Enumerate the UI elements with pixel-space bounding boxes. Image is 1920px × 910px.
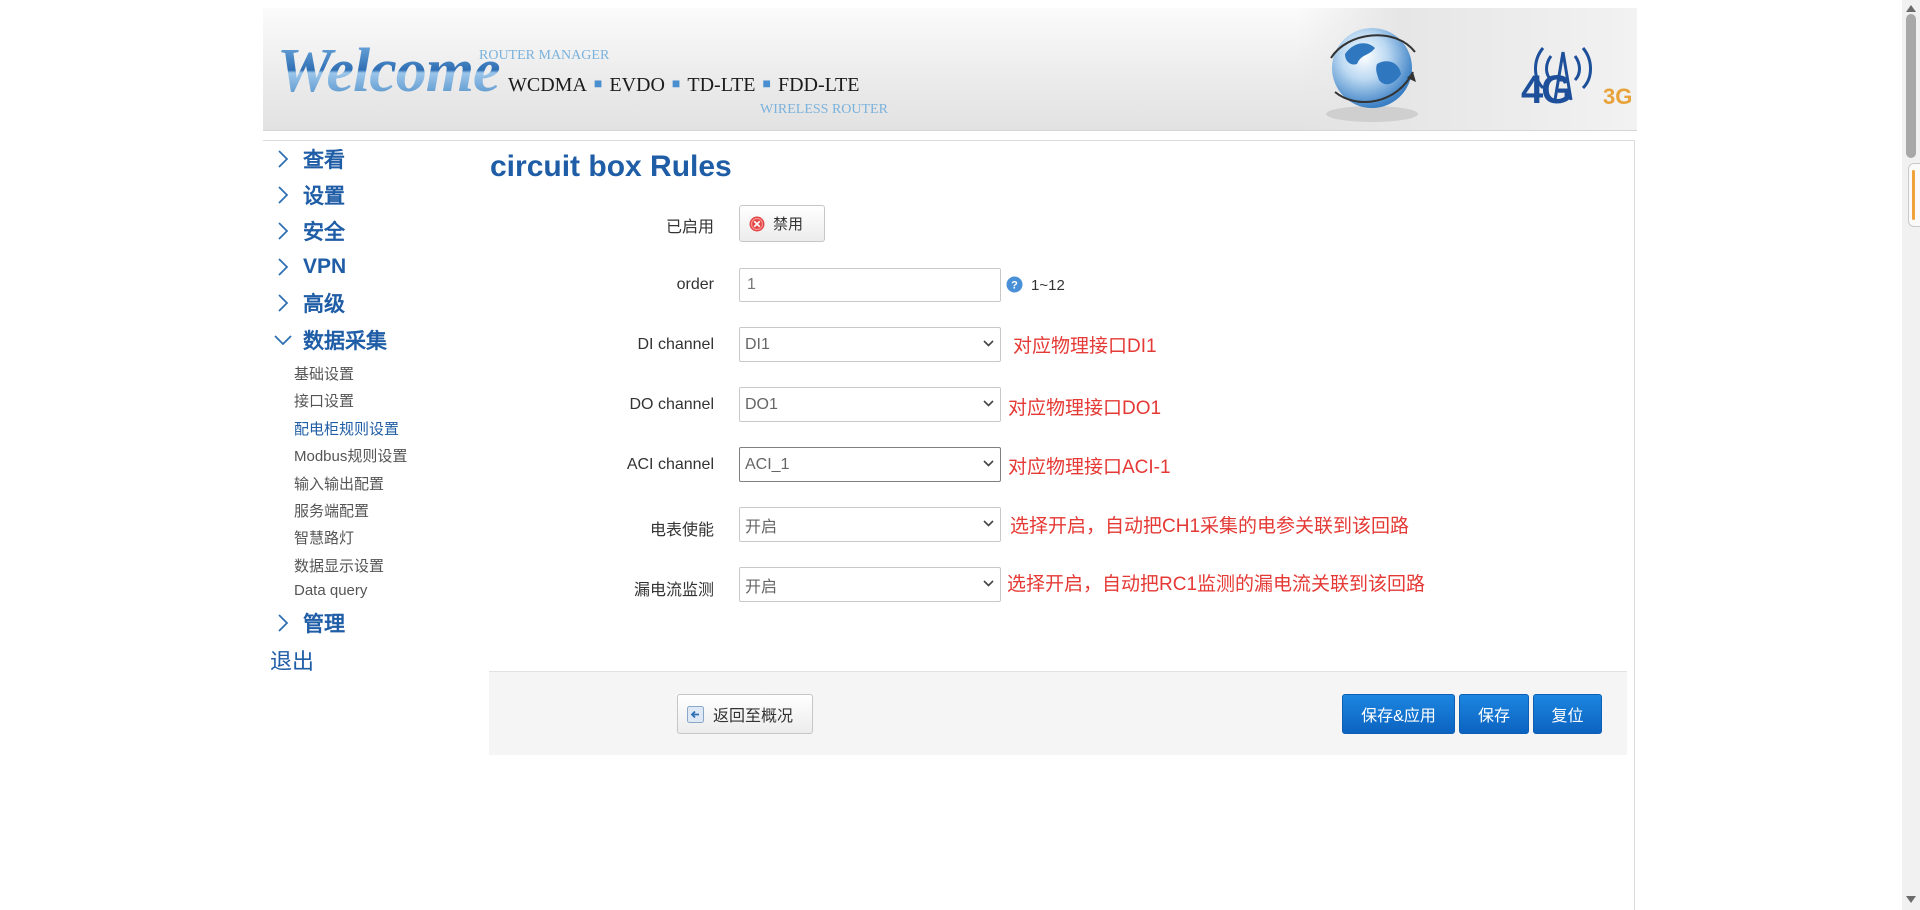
back-to-overview-button[interactable]: 返回至概况 bbox=[677, 694, 813, 734]
content-frame-right bbox=[1634, 140, 1635, 910]
sidebar-item-advanced[interactable]: 高级 bbox=[263, 288, 345, 318]
content-frame-top bbox=[263, 140, 1635, 141]
di-channel-value: DI1 bbox=[745, 335, 770, 353]
do-channel-select[interactable]: DO1 bbox=[739, 387, 1001, 422]
sidebar-item-label: 设置 bbox=[303, 185, 345, 208]
chevron-down-icon bbox=[983, 520, 994, 527]
reset-button[interactable]: 复位 bbox=[1533, 694, 1602, 734]
order-range-hint: 1~12 bbox=[1031, 277, 1065, 294]
back-to-overview-label: 返回至概况 bbox=[713, 708, 794, 725]
network-list: WCDMA ■ EVDO ■ TD-LTE ■ FDD-LTE bbox=[508, 74, 860, 96]
leakage-monitor-note: 选择开启，自动把RC1监测的漏电流关联到该回路 bbox=[1007, 574, 1426, 595]
page-title: circuit box Rules bbox=[490, 150, 732, 183]
enabled-label: 已启用 bbox=[665, 219, 714, 236]
sidebar-item-label: 安全 bbox=[303, 221, 345, 244]
scroll-down-icon[interactable] bbox=[1906, 896, 1916, 903]
sidebar-item-data-collection[interactable]: 数据采集 bbox=[263, 325, 387, 355]
sidebar-item-label: VPN bbox=[303, 255, 347, 278]
submenu-server-config[interactable]: 服务端配置 bbox=[294, 500, 369, 521]
network-td-lte: TD-LTE bbox=[687, 74, 756, 96]
meter-enable-note: 选择开启，自动把CH1采集的电参关联到该回路 bbox=[1010, 516, 1410, 537]
scrollbar-thumb[interactable] bbox=[1906, 14, 1916, 158]
scroll-up-icon[interactable] bbox=[1906, 5, 1916, 12]
sidebar-item-view[interactable]: 查看 bbox=[263, 144, 345, 174]
sidebar-item-management[interactable]: 管理 bbox=[263, 608, 345, 638]
aci-channel-select[interactable]: ACI_1 bbox=[739, 447, 1001, 482]
save-apply-button[interactable]: 保存&应用 bbox=[1342, 694, 1455, 734]
submenu-modbus-rules[interactable]: Modbus规则设置 bbox=[294, 445, 407, 466]
chevron-down-icon bbox=[983, 400, 994, 407]
save-button[interactable]: 保存 bbox=[1459, 694, 1529, 734]
order-label: order bbox=[676, 276, 714, 293]
close-circle-icon bbox=[749, 216, 765, 231]
back-arrow-icon bbox=[687, 705, 704, 723]
question-icon: ? bbox=[1006, 276, 1023, 293]
network-evdo: EVDO bbox=[609, 74, 665, 96]
welcome-logo: Welcome bbox=[277, 37, 501, 105]
sidebar-item-security[interactable]: 安全 bbox=[263, 216, 345, 246]
chevron-down-icon bbox=[263, 325, 303, 355]
submenu-io-config[interactable]: 输入输出配置 bbox=[294, 473, 384, 494]
side-panel-indicator bbox=[1912, 170, 1915, 220]
aci-channel-value: ACI_1 bbox=[745, 455, 790, 473]
leakage-monitor-label: 漏电流监测 bbox=[633, 582, 714, 599]
submenu-interface-settings[interactable]: 接口设置 bbox=[294, 390, 354, 411]
submenu-data-display[interactable]: 数据显示设置 bbox=[294, 555, 384, 576]
do-channel-label: DO channel bbox=[629, 396, 715, 413]
logout-link[interactable]: 退出 bbox=[270, 644, 314, 676]
chevron-right-icon bbox=[263, 288, 303, 318]
aci-channel-label: ACI channel bbox=[626, 456, 714, 473]
chevron-right-icon bbox=[263, 180, 303, 210]
badge-4g: 4G bbox=[1521, 68, 1572, 112]
chevron-right-icon bbox=[263, 144, 303, 174]
page-scrollbar[interactable] bbox=[1902, 0, 1920, 910]
submenu-basic-settings[interactable]: 基础设置 bbox=[294, 363, 354, 384]
chevron-right-icon bbox=[263, 216, 303, 246]
router-manager-label: ROUTER MANAGER bbox=[479, 48, 610, 63]
network-wcdma: WCDMA bbox=[508, 74, 587, 96]
leakage-monitor-value: 开启 bbox=[745, 578, 778, 596]
globe-icon bbox=[1326, 28, 1418, 122]
do-channel-note: 对应物理接口DO1 bbox=[1008, 398, 1162, 419]
wireless-router-label: WIRELESS ROUTER bbox=[760, 102, 888, 117]
di-channel-note: 对应物理接口DI1 bbox=[1013, 336, 1157, 357]
sidebar-item-settings[interactable]: 设置 bbox=[263, 180, 345, 210]
disable-button-label: 禁用 bbox=[773, 216, 804, 233]
chevron-right-icon bbox=[263, 608, 303, 638]
aci-channel-note: 对应物理接口ACI-1 bbox=[1008, 457, 1171, 478]
sidebar-item-label: 高级 bbox=[303, 293, 345, 316]
sidebar-item-vpn[interactable]: VPN bbox=[263, 252, 346, 282]
submenu-smart-streetlight[interactable]: 智慧路灯 bbox=[294, 527, 354, 548]
sidebar-item-label: 查看 bbox=[303, 149, 345, 172]
meter-enable-label: 电表使能 bbox=[649, 522, 714, 539]
chevron-down-icon bbox=[983, 340, 994, 347]
submenu-data-query[interactable]: Data query bbox=[294, 582, 367, 599]
badge-3g: 3G bbox=[1603, 84, 1633, 109]
chevron-down-icon bbox=[983, 460, 994, 467]
di-channel-label: DI channel bbox=[637, 336, 715, 353]
svg-text:?: ? bbox=[1011, 280, 1018, 292]
di-channel-select[interactable]: DI1 bbox=[739, 327, 1001, 362]
order-input[interactable] bbox=[739, 268, 1001, 302]
submenu-circuit-box-rules[interactable]: 配电柜规则设置 bbox=[294, 418, 399, 439]
meter-enable-select[interactable]: 开启 bbox=[739, 507, 1001, 542]
chevron-down-icon bbox=[983, 580, 994, 587]
header-banner: Welcome ROUTER MANAGER WCDMA ■ EVDO ■ TD-LTE… bbox=[263, 8, 1637, 131]
chevron-right-icon bbox=[263, 252, 303, 282]
disable-button[interactable]: 禁用 bbox=[739, 205, 825, 242]
sidebar-item-label: 数据采集 bbox=[303, 330, 387, 353]
side-panel-tab[interactable] bbox=[1908, 163, 1920, 227]
sidebar-item-label: 管理 bbox=[303, 613, 345, 636]
form-actions-bar: 返回至概况 保存&应用 保存 复位 bbox=[489, 671, 1627, 755]
do-channel-value: DO1 bbox=[745, 395, 778, 413]
meter-enable-value: 开启 bbox=[745, 518, 778, 536]
network-fdd-lte: FDD-LTE bbox=[777, 74, 860, 96]
leakage-monitor-select[interactable]: 开启 bbox=[739, 567, 1001, 602]
